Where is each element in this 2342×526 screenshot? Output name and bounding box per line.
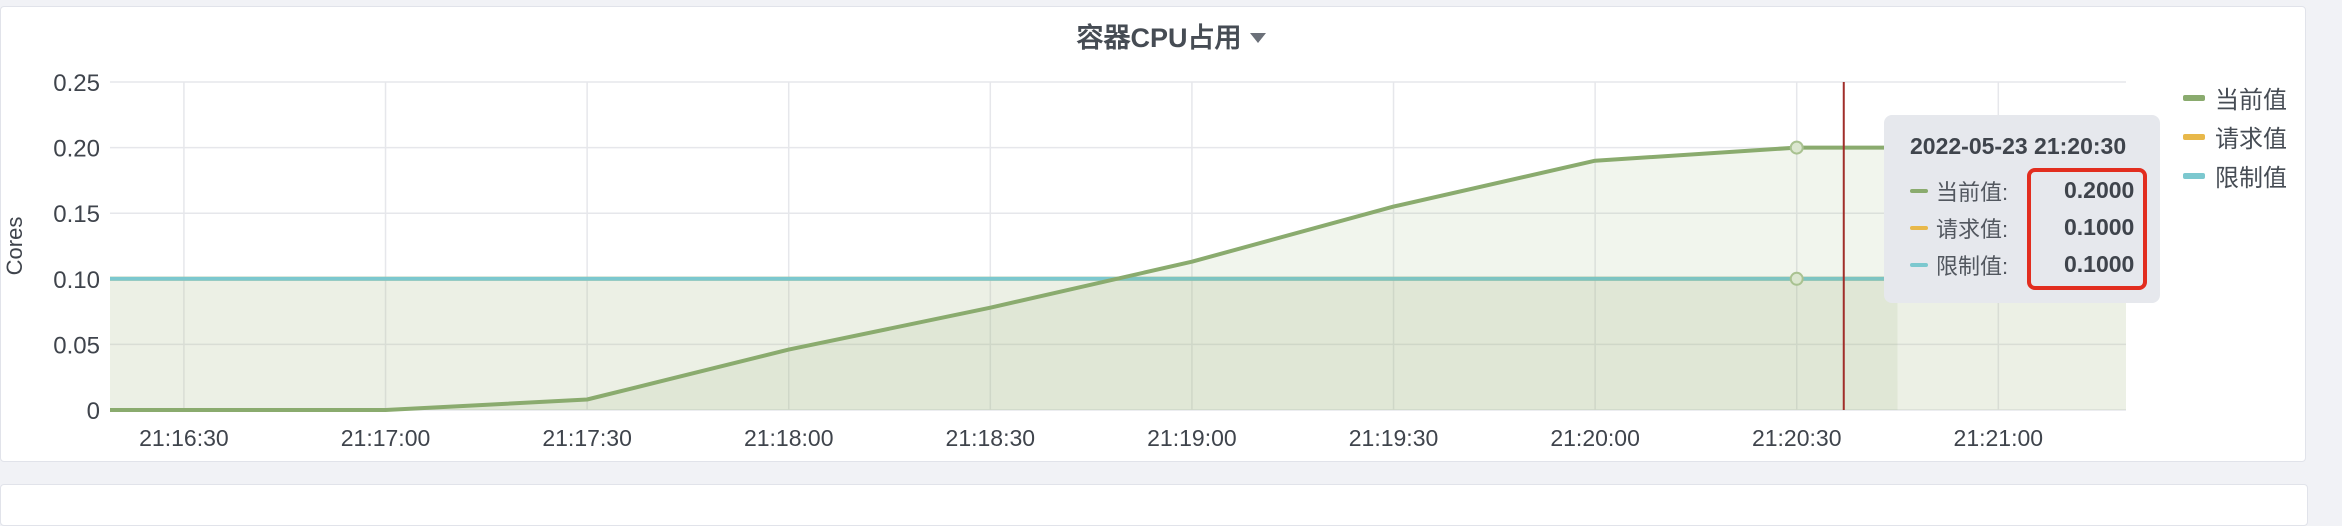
legend-swatch-icon [2183, 94, 2205, 101]
legend-label: 当前值 [2215, 87, 2287, 114]
x-tick-label: 21:21:00 [1954, 425, 2044, 451]
tooltip-timestamp: 2022-05-23 21:20:30 [1910, 133, 2127, 159]
tooltip-swatch-icon [1910, 188, 1928, 193]
y-tick-label: 0.10 [53, 267, 100, 294]
next-panel-edge [0, 484, 2308, 526]
hover-point [1789, 140, 1804, 155]
tooltip-swatch-icon [1910, 225, 1928, 230]
x-tick-label: 21:20:30 [1752, 425, 1842, 451]
y-axis-label: Cores [2, 217, 27, 276]
x-tick-label: 21:17:30 [542, 425, 632, 451]
y-tick-label: 0.15 [53, 201, 100, 228]
x-tick-label: 21:19:30 [1349, 425, 1439, 451]
legend-label: 限制值 [2215, 165, 2287, 192]
x-tick-label: 21:20:00 [1550, 425, 1640, 451]
x-tick-label: 21:19:00 [1147, 425, 1237, 451]
hover-point [1789, 271, 1804, 286]
x-tick-label: 21:17:00 [341, 425, 431, 451]
legend-item-limit[interactable]: 限制值 [2183, 156, 2287, 195]
x-tick-label: 21:18:00 [744, 425, 834, 451]
y-tick-label: 0.20 [53, 136, 100, 163]
legend-swatch-icon [2183, 172, 2205, 179]
chart-legend: 当前值 请求值 限制值 [2183, 78, 2287, 195]
y-tick-label: 0.05 [53, 332, 100, 359]
x-tick-label: 21:16:30 [139, 425, 229, 451]
y-tick-label: 0.25 [53, 70, 100, 97]
tooltip-value-highlight-box [2027, 168, 2147, 290]
legend-item-request[interactable]: 请求值 [2183, 117, 2287, 156]
x-tick-label: 21:18:30 [946, 425, 1036, 451]
legend-label: 请求值 [2215, 126, 2287, 153]
legend-item-current[interactable]: 当前值 [2183, 78, 2287, 117]
legend-swatch-icon [2183, 133, 2205, 140]
tooltip-swatch-icon [1910, 262, 1928, 267]
y-tick-label: 0 [87, 398, 100, 425]
